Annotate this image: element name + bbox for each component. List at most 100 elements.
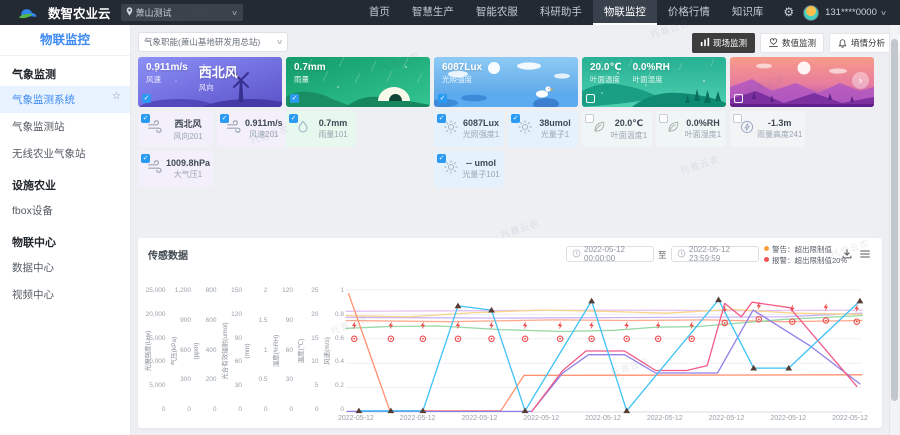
sensor-chip-1-0[interactable]: ✓ 0.7mm雨量101	[286, 111, 356, 147]
sensor-chip-3-1[interactable]: 0.0%RH叶面湿度1	[656, 111, 726, 147]
weather-card-banner-leaf[interactable]: 20.0℃叶面温度0.0%RH叶面湿度	[582, 57, 726, 107]
y-axis-7: 风速(m/s) 10.80.60.40.20	[320, 290, 346, 412]
weather-card-banner-rain[interactable]: 0.7mm雨量 ✓	[286, 57, 430, 107]
sensor-chip-0-1[interactable]: ✓ 0.911m/s风速201	[217, 111, 286, 147]
sensor-chip-2-1[interactable]: ✓ 38umol光量子1	[508, 111, 578, 147]
legend-item-0: 警告：超出限制值	[764, 244, 847, 255]
sensor-chip-4-0[interactable]: -1.3m雨量高度241	[730, 111, 805, 147]
weather-card-leaf: 20.0℃叶面温度0.0%RH叶面湿度 20.0℃叶面温度1 0.0%RH叶面湿…	[582, 57, 726, 187]
y-axis-3: 光合有效辐射(umol) 1501209060300	[218, 290, 244, 412]
checkbox[interactable]: ✓	[511, 114, 520, 123]
sensor-data-panel: 传感数据 2022-05-12 00:00:00 至 2022-05-12 23…	[138, 238, 882, 428]
nav-item-4[interactable]: 物联监控	[593, 0, 657, 25]
nav-item-0[interactable]: 首页	[358, 0, 401, 25]
sidebar-item-0-1[interactable]: 气象监测站	[0, 113, 130, 140]
nav-item-5[interactable]: 价格行情	[657, 0, 721, 25]
checkbox[interactable]: ✓	[438, 94, 447, 103]
download-icon[interactable]	[840, 247, 854, 261]
sidebar-item-0-0[interactable]: 气象监测系统☆	[0, 86, 130, 113]
checkbox[interactable]: ✓	[290, 94, 299, 103]
y-axis-1: 气压(kPa) 1,2009006003000	[167, 290, 193, 412]
y-axis-5: 湿度(%RH) 1209060300	[269, 290, 295, 412]
checkbox[interactable]	[659, 114, 668, 123]
weather-card-rain: 0.7mm雨量 ✓ ✓ 0.7mm雨量101	[286, 57, 430, 187]
location-select[interactable]: 萧山测试 ∨	[121, 4, 243, 21]
sidebar-section-header: 物联中心	[0, 224, 130, 254]
chevron-down-icon: ∨	[276, 38, 283, 46]
checkbox[interactable]: ✓	[437, 154, 446, 163]
nav-item-6[interactable]: 知识库	[721, 0, 775, 25]
sensor-chip-2-0[interactable]: ✓ 6087Lux光照强度1	[434, 111, 504, 147]
x-tick-label: 2022-05-12	[400, 415, 436, 422]
weather-card-banner-wind[interactable]: 0.911m/s风速西北风风向 ✓	[138, 57, 282, 107]
bell-icon	[837, 37, 848, 50]
weather-card-wind: 0.911m/s风速西北风风向 ✓ ✓ 西北风风向201 ✓ 0.911m/s风…	[138, 57, 282, 187]
user-phone[interactable]: 131****0000	[825, 7, 877, 18]
y-axis-4: (mm) 21.510.50	[243, 290, 269, 412]
x-tick-label: 2022-05-12	[647, 415, 683, 422]
alarm-legend: 警告：超出限制值报警：超出限制值20%	[764, 244, 847, 266]
sensor-line-chart[interactable]	[346, 290, 862, 412]
user-avatar[interactable]	[803, 5, 819, 21]
nav-item-2[interactable]: 智能农服	[465, 0, 529, 25]
sidebar-item-1-0[interactable]: fbox设备	[0, 197, 130, 224]
vertical-scrollbar	[889, 25, 899, 435]
user-chevron-down-icon[interactable]: ∨	[880, 9, 887, 17]
chart-y-axes: 光照强度(Lux) 25,00020,00015,00010,0005,0000…	[141, 290, 345, 412]
checkbox[interactable]: ✓	[141, 154, 150, 163]
sensor-chip-0-2[interactable]: ✓ 1009.8hPa大气压1	[138, 151, 213, 187]
location-pin-icon	[126, 7, 133, 18]
y-axis-6: 温度(℃) 2520151050	[294, 290, 320, 412]
weather-card-banner-sunset[interactable]: ›	[730, 57, 874, 107]
sidebar-item-0-2[interactable]: 无线农业气象站	[0, 140, 130, 167]
list-view-icon[interactable]	[858, 247, 872, 261]
sidebar-section-0: 气象监测 气象监测系统☆气象监测站无线农业气象站	[0, 56, 130, 167]
weather-card-light: 6087Lux光照强度 ✓ ✓ 6087Lux光照强度1 ✓ 38umol光量子…	[434, 57, 578, 187]
star-icon[interactable]: ☆	[112, 91, 121, 102]
sensor-chip-2-2[interactable]: ✓ -- umol光量子101	[434, 151, 504, 187]
checkbox[interactable]	[733, 114, 742, 123]
date-to-input[interactable]: 2022-05-12 23:59:59	[671, 246, 759, 262]
sensor-chip-3-0[interactable]: 20.0℃叶面温度1	[582, 111, 652, 147]
settings-gear-icon[interactable]: ⚙	[783, 0, 794, 25]
cards-next-arrow-icon[interactable]: ›	[852, 72, 869, 89]
checkbox[interactable]	[585, 114, 594, 123]
legend-dot-icon	[764, 246, 769, 251]
y-axis-2: (ppm) 8006004002000	[192, 290, 218, 412]
station-select-label: 气象职能(萧山基地研发用总站)	[144, 36, 260, 48]
scrollbar-thumb[interactable]	[891, 39, 898, 401]
monitor-tab-1[interactable]: 数值监测	[760, 33, 824, 53]
sidebar-item-2-0[interactable]: 数据中心	[0, 254, 130, 281]
x-tick-label: 2022-05-12	[770, 415, 806, 422]
sidebar-section-2: 物联中心 数据中心视频中心	[0, 224, 130, 308]
monitor-tab-0[interactable]: 现场监测	[692, 33, 755, 53]
brand-logo-icon	[16, 4, 42, 21]
chart-icon	[700, 37, 710, 49]
date-separator: 至	[658, 249, 667, 261]
banner-headline: 0.7mm雨量	[294, 62, 326, 85]
chart-x-axis: 2022-05-12 2022-05-12 2022-05-12 2022-05-12…	[338, 415, 868, 422]
x-tick-label: 2022-05-12	[709, 415, 745, 422]
clock-icon	[677, 249, 686, 260]
nav-item-1[interactable]: 智慧生产	[401, 0, 465, 25]
panel-title: 传感数据	[148, 247, 188, 262]
monitor-tab-group: 现场监测 数值监测 墒情分析 设备管理	[692, 33, 900, 53]
checkbox[interactable]: ✓	[142, 94, 151, 103]
sensor-chip-0-0[interactable]: ✓ 西北风风向201	[138, 111, 213, 147]
station-select[interactable]: 气象职能(萧山基地研发用总站) ∨	[138, 32, 288, 52]
date-from-value: 2022-05-12 00:00:00	[584, 245, 648, 263]
sidebar-item-2-1[interactable]: 视频中心	[0, 281, 130, 308]
date-from-input[interactable]: 2022-05-12 00:00:00	[566, 246, 654, 262]
sidebar: 物联监控 气象监测 气象监测系统☆气象监测站无线农业气象站 设施农业 fbox设…	[0, 25, 131, 435]
checkbox[interactable]: ✓	[141, 114, 150, 123]
checkbox[interactable]: ✓	[220, 114, 229, 123]
checkbox[interactable]	[586, 94, 595, 103]
checkbox[interactable]: ✓	[289, 114, 298, 123]
monitor-tab-2[interactable]: 墒情分析	[829, 33, 893, 53]
x-tick-label: 2022-05-12	[832, 415, 868, 422]
checkbox[interactable]	[734, 94, 743, 103]
checkbox[interactable]: ✓	[437, 114, 446, 123]
sidebar-section-1: 设施农业 fbox设备	[0, 167, 130, 224]
weather-card-banner-light[interactable]: 6087Lux光照强度 ✓	[434, 57, 578, 107]
nav-item-3[interactable]: 科研助手	[529, 0, 593, 25]
